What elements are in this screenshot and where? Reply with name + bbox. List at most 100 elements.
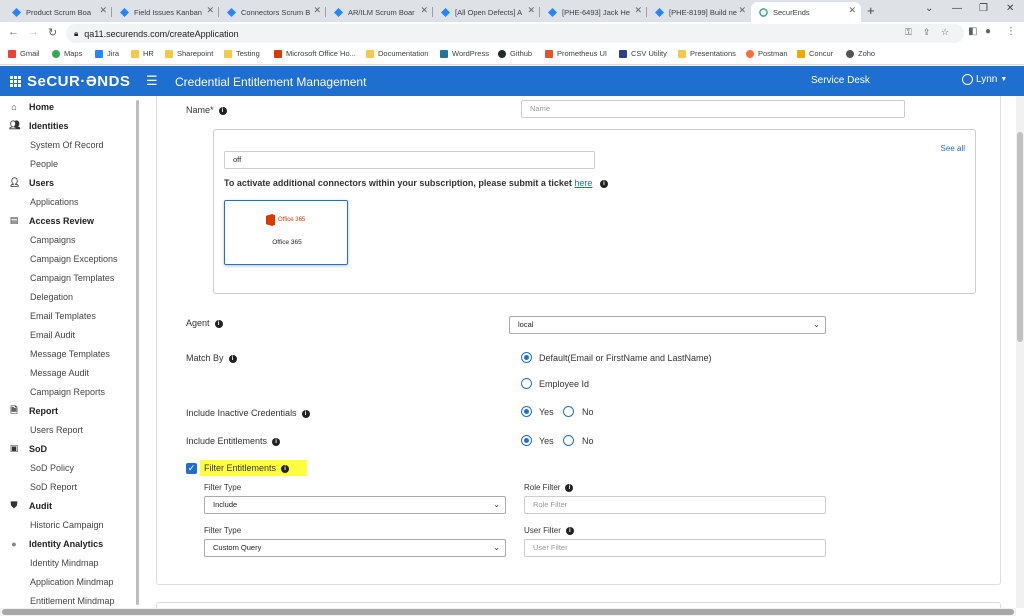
filter-entitlements-checkbox[interactable]: ✓ [186,463,197,474]
reload-icon[interactable]: ↻ [48,26,57,39]
close-tab-icon[interactable]: ✕ [313,5,321,16]
browser-tab[interactable]: AR/ILM Scrum Boar ✕ [326,2,433,22]
bookmark-presentations[interactable]: Presentations [678,49,736,58]
bookmark-sharepoint[interactable]: Sharepoint [165,49,213,58]
new-tab-icon[interactable]: + [867,3,875,18]
hamburger-menu-icon[interactable]: ☰ [146,73,158,89]
include-entitlements-no-radio[interactable] [563,435,574,446]
sidebar-item-campaign-reports[interactable]: Campaign Reports [0,382,105,401]
sidebar-item-application-mindmap[interactable]: Application Mindmap [0,572,114,591]
include-inactive-no-radio[interactable] [563,406,574,417]
chevron-down-icon[interactable]: ⌄ [925,3,933,14]
bookmark-csv-utility[interactable]: CSV Utility [619,49,667,58]
page-vertical-scrollbar[interactable] [1016,96,1024,608]
side-panel-icon[interactable]: ◧ [968,26,977,37]
browser-tab[interactable]: [PHE-8199] Build ne ✕ [647,2,751,22]
bookmark-microsoft-office[interactable]: Microsoft Office Ho... [274,49,356,58]
info-icon[interactable]: i [272,437,281,446]
sidebar-item-campaign-exceptions[interactable]: Campaign Exceptions [0,249,118,268]
sidebar-item-message-templates[interactable]: Message Templates [0,344,110,363]
sidebar-item-sod-report[interactable]: SoD Report [0,477,77,496]
scroll-thumb[interactable] [2,609,1014,615]
sidebar-item-campaigns[interactable]: Campaigns [0,230,76,249]
sidebar-item-message-audit[interactable]: Message Audit [0,363,89,382]
sidebar-item-users-report[interactable]: Users Report [0,420,83,439]
see-all-link[interactable]: See all [941,144,965,153]
connector-tile-office365[interactable]: Office 365 Office 365 [224,200,348,265]
more-options-icon[interactable]: ⋮ [1006,26,1016,37]
browser-tab-active[interactable]: SecurEnds ✕ [751,2,861,22]
info-icon[interactable]: i [214,319,223,328]
browser-tab[interactable]: Product Scrum Boa ✕ [4,2,112,22]
sidebar-item-system-of-record[interactable]: System Of Record [0,135,104,154]
include-inactive-yes-radio[interactable] [521,406,532,417]
sidebar-item-campaign-templates[interactable]: Campaign Templates [0,268,114,287]
user-menu[interactable]: Lynn ▼ [962,74,1007,85]
bookmark-gmail[interactable]: Gmail [8,49,40,58]
bookmark-github[interactable]: Github [498,49,532,58]
info-icon[interactable]: i [565,526,574,535]
sidebar-item-audit[interactable]: ⛊ Audit [0,496,52,515]
agent-select[interactable]: local ⌄ [509,316,826,334]
sidebar-item-entitlement-mindmap[interactable]: Entitlement Mindmap [0,591,115,608]
bookmark-zoho[interactable]: Zoho [846,49,875,58]
include-entitlements-yes-radio[interactable] [521,435,532,446]
close-tab-icon[interactable]: ✕ [420,5,428,16]
info-icon[interactable]: i [281,464,290,473]
bookmark-maps[interactable]: Maps [52,49,82,58]
close-tab-icon[interactable]: ✕ [634,5,642,16]
sidebar-item-identity-mindmap[interactable]: Identity Mindmap [0,553,99,572]
browser-tab[interactable]: Connectors Scrum B ✕ [219,2,326,22]
user-filter-input[interactable]: User Filter [524,539,826,557]
close-tab-icon[interactable]: ✕ [738,5,746,16]
bookmark-testing[interactable]: Testing [224,49,260,58]
scroll-thumb[interactable] [1017,132,1023,342]
match-by-employee-id-radio[interactable] [521,378,532,389]
back-icon[interactable]: ← [8,26,19,38]
close-tab-icon[interactable]: ✕ [206,5,214,16]
sidebar-item-home[interactable]: ⌂ Home [0,97,54,116]
service-desk-link[interactable]: Service Desk [811,75,870,86]
bookmark-documentation[interactable]: Documentation [366,49,428,58]
sidebar-item-applications[interactable]: Applications [0,192,79,211]
info-icon[interactable]: i [565,483,574,492]
sidebar-item-users[interactable]: 👤︎ Users [0,173,54,192]
minimize-icon[interactable]: — [952,3,962,14]
close-tab-icon[interactable]: ✕ [848,5,856,16]
bookmark-hr[interactable]: HR [131,49,154,58]
apps-grid-icon[interactable] [10,76,21,87]
bookmark-wordpress[interactable]: WordPress [440,49,489,58]
restore-icon[interactable]: ❐ [979,3,988,14]
match-by-default-radio[interactable] [521,352,532,363]
connector-search-input[interactable]: off [224,151,595,169]
sidebar-item-identities[interactable]: 👥︎ Identities [0,116,69,135]
name-input[interactable]: Name [521,100,905,118]
close-tab-icon[interactable]: ✕ [99,5,107,16]
star-icon[interactable]: ☆ [941,27,949,38]
info-icon[interactable]: i [599,179,608,188]
bookmark-prometheus[interactable]: Prometheus UI [545,49,607,58]
share-icon[interactable]: ⇪ [923,27,931,38]
bookmark-postman[interactable]: Postman [746,49,788,58]
browser-tab[interactable]: [All Open Defects] A ✕ [433,2,540,22]
sidebar-item-people[interactable]: People [0,154,58,173]
bookmark-concur[interactable]: Concur [797,49,833,58]
key-icon[interactable]: ⚿ [905,27,912,38]
sidebar-item-email-audit[interactable]: Email Audit [0,325,75,344]
page-horizontal-scrollbar[interactable] [0,608,1016,616]
close-tab-icon[interactable]: ✕ [527,5,535,16]
browser-tab[interactable]: Field Issues Kanban ✕ [112,2,219,22]
profile-icon[interactable]: ● [985,26,991,37]
sidebar-item-delegation[interactable]: Delegation [0,287,73,306]
browser-tab[interactable]: [PHE-6493] Jack He ✕ [540,2,647,22]
filter-type-select-1[interactable]: Include ⌄ [204,496,506,514]
sidebar-item-sod[interactable]: ▣ SoD [0,439,47,458]
role-filter-input[interactable]: Role Filter [524,496,826,514]
sidebar-item-report[interactable]: 🗎︎ Report [0,401,58,420]
app-logo[interactable]: SeCUR·ƏNDS [10,73,130,90]
close-window-icon[interactable]: ✕ [1006,3,1014,14]
sidebar-item-sod-policy[interactable]: SoD Policy [0,458,74,477]
info-icon[interactable]: i [218,106,227,115]
forward-icon[interactable]: → [28,26,39,38]
submit-ticket-link[interactable]: here [574,178,592,188]
